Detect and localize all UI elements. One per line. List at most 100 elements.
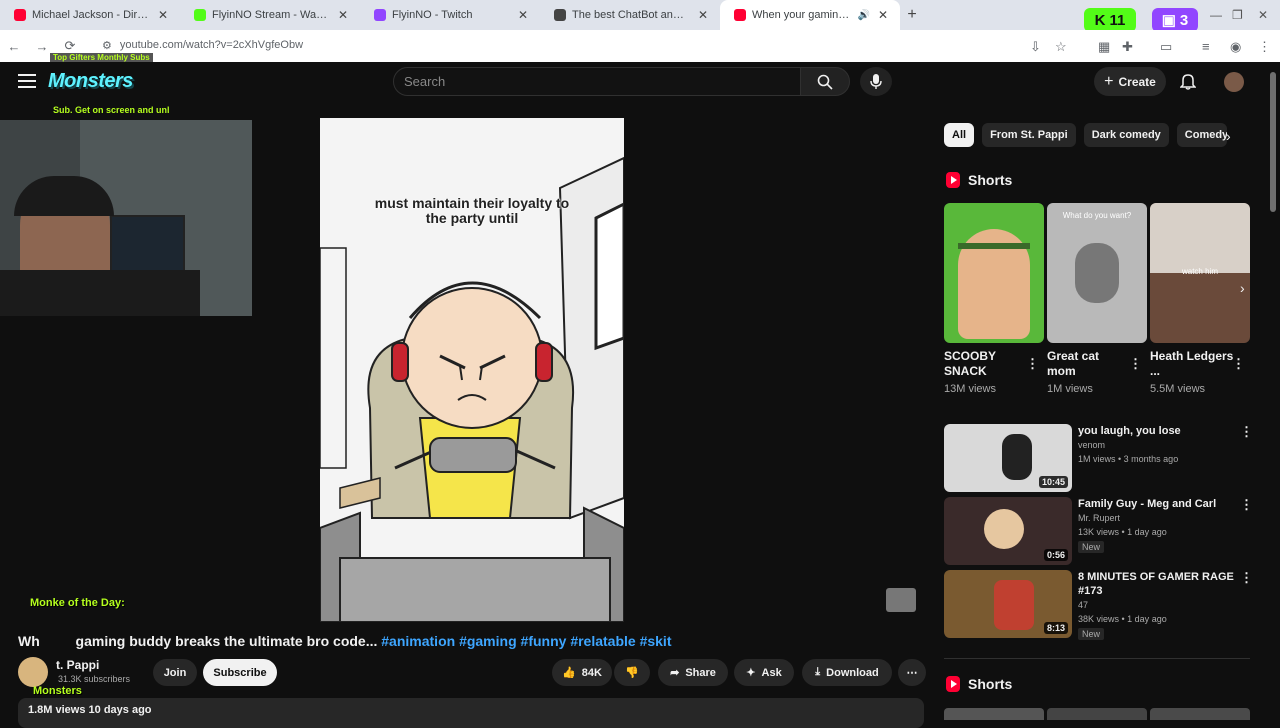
like-button[interactable]: 👍 84K — [552, 659, 612, 686]
search-input[interactable]: Search — [393, 67, 801, 96]
short-thumbnail[interactable] — [1047, 708, 1147, 720]
chip-from-channel[interactable]: From St. Pappi — [982, 123, 1076, 147]
video-thumbnail: 8:13 — [944, 570, 1072, 638]
twitch-icon: ▣ — [1161, 12, 1176, 29]
subscribe-button[interactable]: Subscribe — [203, 659, 277, 686]
shorts-heading-text: Shorts — [968, 172, 1013, 188]
download-button[interactable]: ⤓ Download — [802, 659, 892, 686]
related-video[interactable]: 0:56 Family Guy - Meg and Carl Mr. Ruper… — [944, 497, 1254, 565]
stream-overlay-logo: Monsters — [48, 70, 133, 92]
close-tab-icon[interactable]: ✕ — [156, 8, 170, 22]
chevron-right-icon[interactable]: › — [1226, 128, 1231, 144]
ask-button[interactable]: ✦ Ask — [734, 659, 794, 686]
chip-comedy[interactable]: Comedy — [1176, 123, 1227, 147]
search-button[interactable] — [800, 67, 850, 96]
menu-icon[interactable]: ⋮ — [1258, 39, 1271, 55]
video-player[interactable]: must maintain their loyalty to the party… — [320, 118, 624, 622]
reload-icon[interactable]: ⟳ — [56, 38, 84, 54]
browser-tab[interactable]: The best ChatBot and Widgets ✕ — [540, 0, 720, 30]
more-vert-icon[interactable]: ⋮ — [1129, 356, 1142, 372]
close-tab-icon[interactable]: ✕ — [696, 8, 710, 22]
channel-name[interactable]: Mr. Rupert — [1078, 513, 1120, 523]
tab-title: The best ChatBot and Widgets — [572, 9, 690, 21]
cast-icon[interactable]: ▭ — [1160, 39, 1172, 55]
hashtag-link[interactable]: #animation — [381, 633, 455, 649]
forward-icon[interactable]: → — [28, 39, 56, 54]
voice-search-button[interactable] — [860, 67, 892, 96]
create-button[interactable]: + Create — [1094, 67, 1166, 96]
twitch-counter: ▣ 3 — [1152, 8, 1198, 32]
shorts-heading: Shorts — [946, 676, 1012, 692]
close-tab-icon[interactable]: ✕ — [516, 8, 530, 22]
short-thumbnail[interactable] — [944, 708, 1044, 720]
video-meta: 13K views • 1 day ago — [1078, 527, 1167, 537]
bookmark-star-icon[interactable]: ☆ — [1055, 39, 1067, 55]
share-button[interactable]: ➦ Share — [658, 659, 728, 686]
hashtag-link[interactable]: #skit — [640, 633, 672, 649]
plus-icon: + — [1104, 72, 1114, 90]
extension-icon[interactable]: ▦ — [1098, 39, 1110, 55]
short-title: Great cat mom — [1047, 349, 1100, 378]
minimize-icon[interactable]: — — [1210, 8, 1222, 22]
channel-name[interactable]: t. Pappi — [56, 658, 99, 672]
close-tab-icon[interactable]: ✕ — [336, 8, 350, 22]
short-thumbnail: What do you want? — [1047, 203, 1147, 343]
browser-tab-active[interactable]: When your gaming buddy 🔊 ✕ — [720, 0, 900, 30]
scrollbar[interactable] — [1270, 72, 1276, 212]
related-video[interactable]: 10:45 you laugh, you lose venom 1M views… — [944, 424, 1254, 492]
browser-tab[interactable]: FlyinNO Stream - Watch Live o ✕ — [180, 0, 360, 30]
channel-name[interactable]: 47 — [1078, 600, 1088, 610]
hashtag-link[interactable]: #relatable — [570, 633, 635, 649]
download-icon: ⤓ — [815, 666, 821, 678]
install-icon[interactable]: ⇩ — [1030, 39, 1041, 55]
close-tab-icon[interactable]: ✕ — [876, 8, 890, 22]
more-vert-icon[interactable]: ⋮ — [1240, 424, 1253, 440]
hashtag-link[interactable]: #funny — [521, 633, 567, 649]
site-info-icon[interactable]: ⚙ — [102, 39, 112, 52]
close-window-icon[interactable]: ✕ — [1258, 8, 1268, 22]
more-vert-icon[interactable]: ⋮ — [1240, 497, 1253, 513]
new-tab-button[interactable]: + — [900, 6, 924, 24]
channel-name[interactable]: venom — [1078, 440, 1105, 450]
back-icon[interactable]: ← — [0, 39, 28, 54]
more-vert-icon[interactable]: ⋮ — [1232, 356, 1245, 372]
title-prefix: Wh — [18, 633, 40, 649]
more-vert-icon[interactable]: ⋮ — [1026, 356, 1039, 372]
notifications-bell-icon[interactable] — [1180, 72, 1196, 90]
description-box[interactable]: 1.8M views 10 days ago — [18, 698, 924, 728]
url-field[interactable]: ⚙ youtube.com/watch?v=2cXhVgfeObw — [94, 34, 934, 56]
short-title: SCOOBY SNACK — [944, 349, 996, 378]
hashtag-link[interactable]: #gaming — [459, 633, 517, 649]
puzzle-icon[interactable]: ✚ — [1122, 39, 1133, 55]
browser-tab[interactable]: FlyinNO - Twitch ✕ — [360, 0, 540, 30]
account-avatar[interactable] — [1224, 72, 1244, 92]
streamelements-icon — [554, 9, 566, 21]
profile-icon[interactable]: ◉ — [1230, 39, 1241, 55]
related-video[interactable]: 8:13 8 MINUTES OF GAMER RAGE #173 47 38K… — [944, 570, 1254, 640]
shorts-heading-text: Shorts — [968, 676, 1013, 692]
chip-dark-comedy[interactable]: Dark comedy — [1083, 123, 1169, 147]
hamburger-menu-icon[interactable] — [18, 74, 36, 88]
more-actions-button[interactable]: ⋯ — [898, 659, 926, 686]
channel-avatar[interactable] — [18, 657, 48, 687]
share-icon: ➦ — [670, 667, 680, 679]
video-meta: 38K views • 1 day ago — [1078, 614, 1167, 624]
shorts-next-icon[interactable]: › — [1240, 280, 1245, 296]
video-meta: 1M views • 3 months ago — [1078, 454, 1179, 464]
media-icon[interactable]: ≡ — [1202, 39, 1210, 54]
speaker-icon[interactable]: 🔊 — [858, 10, 870, 21]
streamer-webcam — [0, 120, 252, 316]
restore-icon[interactable]: ❐ — [1232, 8, 1243, 22]
youtube-page: Monsters Top Gifters Monthly Subs Sub. G… — [0, 53, 1280, 728]
short-thumbnail[interactable] — [1150, 708, 1250, 720]
ask-label: Ask — [761, 666, 782, 679]
chip-all[interactable]: All — [944, 123, 975, 147]
browser-tab[interactable]: Michael Jackson - Dirty Diana ( ✕ — [0, 0, 180, 30]
miniplayer-thumbnail[interactable] — [886, 588, 916, 612]
join-button[interactable]: Join — [153, 659, 197, 686]
short-views: 13M views — [944, 383, 996, 395]
cartoon-frame — [320, 118, 624, 622]
dislike-button[interactable]: 👎 — [614, 659, 650, 686]
more-vert-icon[interactable]: ⋮ — [1240, 570, 1253, 586]
video-title: Family Guy - Meg and Carl — [1078, 498, 1217, 510]
